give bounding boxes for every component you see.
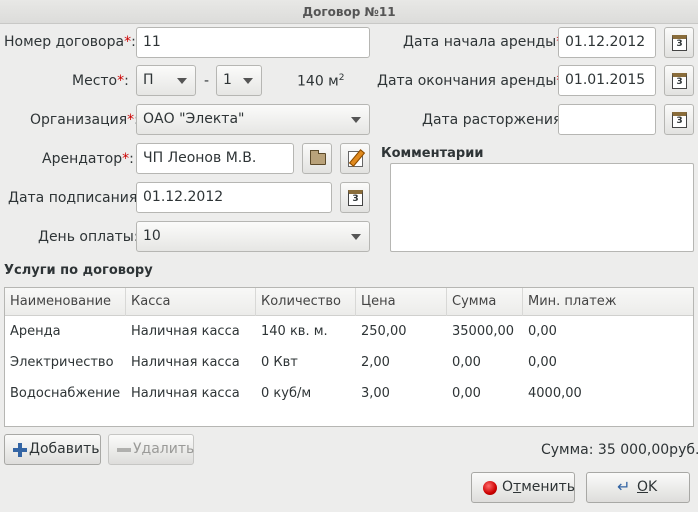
edit-icon <box>348 151 363 167</box>
end-date-calendar-button[interactable]: 3 <box>664 65 694 96</box>
plus-icon <box>13 443 27 457</box>
ok-arrow-icon: ↵ <box>617 477 631 496</box>
end-date-field[interactable]: 01.01.2015 <box>558 65 656 96</box>
table-row[interactable]: Водоснабжение Наличная касса 0 куб/м 3,0… <box>5 379 693 409</box>
comments-label: Комментарии <box>381 146 484 161</box>
tenant-browse-button[interactable] <box>302 143 332 174</box>
column-header-price[interactable]: Цена <box>356 288 447 316</box>
cell-price: 3,00 <box>361 386 390 401</box>
column-header-cashbox[interactable]: Касса <box>126 288 256 316</box>
chevron-down-icon <box>351 234 361 240</box>
add-service-button[interactable]: Добавить <box>4 434 101 465</box>
tenant-label: Арендатор*: <box>42 151 134 167</box>
column-header-min-payment[interactable]: Мин. платеж <box>523 288 693 316</box>
contract-number-label: Номер договора*: <box>4 34 136 50</box>
calendar-icon: 3 <box>348 190 363 206</box>
cell-price: 2,00 <box>361 355 390 370</box>
place-block-select[interactable]: П <box>136 65 196 96</box>
place-number-select[interactable]: 1 <box>216 65 262 96</box>
cell-name: Водоснабжение <box>10 386 121 401</box>
termination-date-calendar-button[interactable]: 3 <box>664 104 694 135</box>
comments-textarea[interactable] <box>390 163 694 252</box>
ok-button[interactable]: ↵ ОK <box>586 472 690 503</box>
folder-open-icon <box>310 150 326 165</box>
place-label: Место*: <box>72 73 129 89</box>
cell-price: 250,00 <box>361 324 407 339</box>
place-separator: - <box>204 73 210 89</box>
cell-quantity: 0 Квт <box>261 355 298 370</box>
delete-service-button[interactable]: Удалить <box>108 434 194 465</box>
calendar-icon: 3 <box>672 73 687 89</box>
table-header: Наименование Касса Количество Цена Сумма… <box>5 288 693 316</box>
cell-quantity: 0 куб/м <box>261 386 312 401</box>
chevron-down-icon <box>351 117 361 123</box>
cell-min-payment: 0,00 <box>528 355 557 370</box>
cell-cashbox: Наличная касса <box>131 355 240 370</box>
cell-min-payment: 4000,00 <box>528 386 582 401</box>
organization-label: Организация*: <box>30 112 139 128</box>
cell-name: Аренда <box>10 324 61 339</box>
cell-cashbox: Наличная касса <box>131 324 240 339</box>
cell-cashbox: Наличная касса <box>131 386 240 401</box>
cell-quantity: 140 кв. м. <box>261 324 328 339</box>
services-total: Сумма: 35 000,00руб. <box>541 442 698 458</box>
table-row[interactable]: Аренда Наличная касса 140 кв. м. 250,00 … <box>5 317 693 347</box>
table-row[interactable]: Электричество Наличная касса 0 Квт 2,00 … <box>5 348 693 378</box>
start-date-field[interactable]: 01.12.2012 <box>558 27 656 58</box>
window-title: Договор №11 <box>0 0 698 24</box>
cell-sum: 35000,00 <box>452 324 515 339</box>
cell-sum: 0,00 <box>452 355 481 370</box>
services-table: Наименование Касса Количество Цена Сумма… <box>4 287 694 427</box>
organization-select[interactable]: ОАО "Электа" <box>136 104 370 135</box>
contract-number-field[interactable]: 11 <box>136 27 370 58</box>
cell-min-payment: 0,00 <box>528 324 557 339</box>
column-header-quantity[interactable]: Количество <box>256 288 356 316</box>
start-date-calendar-button[interactable]: 3 <box>664 27 694 58</box>
cell-sum: 0,00 <box>452 386 481 401</box>
termination-date-label: Дата расторжения: <box>422 112 567 128</box>
calendar-icon: 3 <box>672 35 687 51</box>
termination-date-field[interactable] <box>558 104 656 135</box>
signed-date-calendar-button[interactable]: 3 <box>340 182 370 213</box>
cancel-button[interactable]: Отменить <box>471 472 575 503</box>
services-title: Услуги по договору <box>4 263 153 278</box>
minus-icon <box>117 448 131 452</box>
signed-date-field[interactable]: 01.12.2012 <box>136 182 332 213</box>
tenant-edit-button[interactable] <box>340 143 370 174</box>
start-date-label: Дата начала аренды*: <box>403 34 568 50</box>
column-header-name[interactable]: Наименование <box>5 288 126 316</box>
calendar-icon: 3 <box>672 112 687 128</box>
cell-name: Электричество <box>10 355 114 370</box>
chevron-down-icon <box>243 78 253 84</box>
tenant-field[interactable]: ЧП Леонов М.В. <box>136 143 294 174</box>
payment-day-label: День оплаты: <box>38 229 139 245</box>
column-header-sum[interactable]: Сумма <box>447 288 523 316</box>
payment-day-select[interactable]: 10 <box>136 221 370 252</box>
stop-icon <box>483 481 497 495</box>
chevron-down-icon <box>177 78 187 84</box>
area-value: 140 м2 <box>297 73 345 90</box>
signed-date-label: Дата подписания: <box>8 190 143 206</box>
end-date-label: Дата окончания аренды*: <box>377 73 568 89</box>
